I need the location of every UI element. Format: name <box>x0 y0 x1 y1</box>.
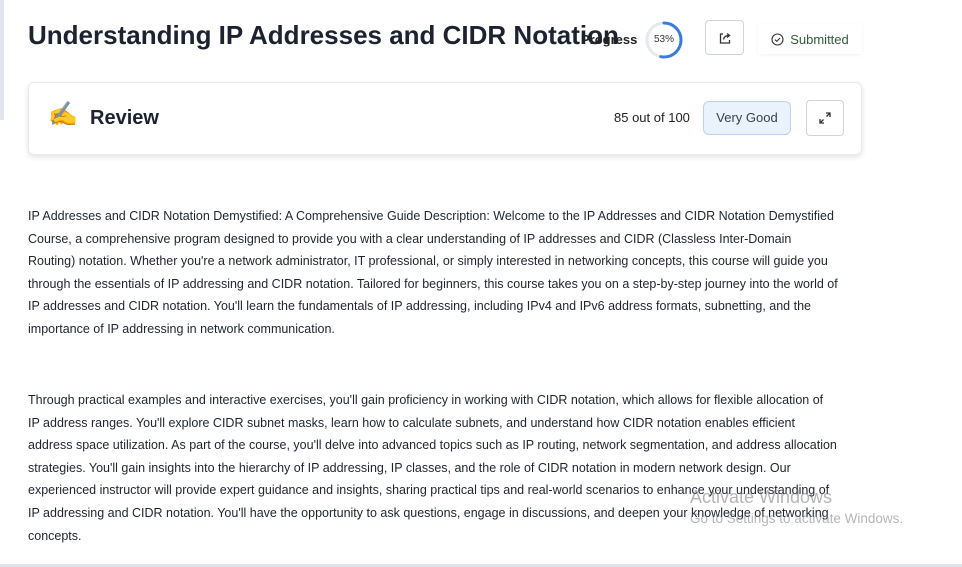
expand-icon <box>819 112 831 124</box>
watermark-title: Activate Windows <box>690 487 833 507</box>
review-title: Review <box>90 107 159 129</box>
watermark-subtitle: Go to Settings to activate Windows. <box>690 511 904 526</box>
writing-hand-icon: ✍️ <box>48 101 78 128</box>
share-button[interactable] <box>705 20 744 55</box>
status-badge: Submitted <box>758 24 862 54</box>
progress-percent: 53% <box>653 34 674 45</box>
description-paragraph: IP Addresses and CIDR Notation Demystifi… <box>28 209 838 336</box>
status-label: Submitted <box>790 31 849 47</box>
grade-badge: Very Good <box>703 101 791 135</box>
page-title: Understanding IP Addresses and CIDR Nota… <box>28 20 619 50</box>
review-score: 85 out of 100 <box>614 110 690 125</box>
left-rail <box>0 0 4 120</box>
progress-label: Progress <box>581 32 638 47</box>
expand-button[interactable] <box>806 100 844 136</box>
check-circle-icon <box>771 32 784 46</box>
share-icon <box>719 32 731 44</box>
